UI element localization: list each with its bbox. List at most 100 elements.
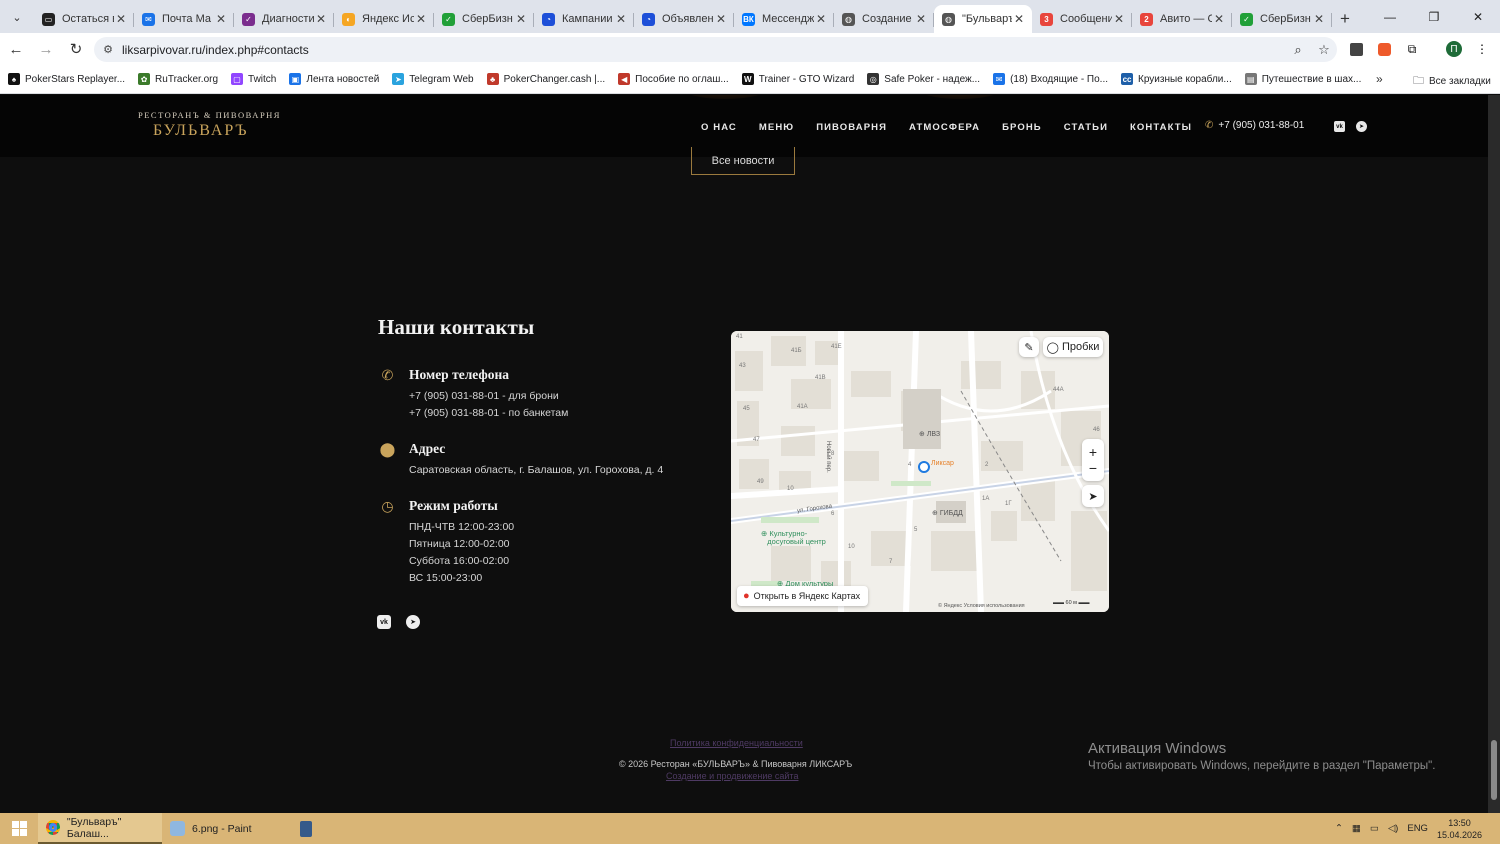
telegram-icon[interactable]: ➤ [1356, 121, 1367, 132]
map-copyright[interactable]: © Яндекс Условия использования [938, 603, 1025, 609]
telegram-icon[interactable]: ➤ [406, 615, 420, 629]
geolocation-button[interactable]: ➤ [1082, 485, 1104, 507]
tab-search-button[interactable]: ⌄ [4, 4, 30, 30]
start-button[interactable] [0, 813, 38, 844]
tab-close-icon[interactable]: ✕ [614, 12, 628, 26]
phone-line-booking[interactable]: +7 (905) 031-88-01 - для брони [409, 390, 559, 402]
extension-icon-2[interactable] [1371, 36, 1397, 62]
zoom-in-button[interactable]: + [1089, 444, 1097, 460]
forward-button[interactable]: → [32, 35, 60, 63]
tab-close-icon[interactable]: ✕ [514, 12, 528, 26]
phone-line-banquet[interactable]: +7 (905) 031-88-01 - по банкетам [409, 407, 568, 419]
browser-tab[interactable]: ✓ СберБизн ✕ [1232, 5, 1332, 33]
site-info-icon[interactable]: ⚙ [94, 43, 122, 56]
browser-tab[interactable]: ✉ Почта Ма ✕ [134, 5, 234, 33]
page-scrollbar[interactable] [1488, 95, 1500, 813]
taskbar-paint[interactable]: 6.png - Paint [162, 813, 286, 844]
reload-button[interactable]: ↻ [62, 35, 90, 63]
zoom-icon[interactable]: ⌕ [1285, 42, 1311, 58]
close-window-button[interactable]: ✕ [1456, 0, 1500, 33]
tab-close-icon[interactable]: ✕ [1212, 12, 1226, 26]
bookmark-item[interactable]: cc Круизные корабли... [1121, 73, 1232, 85]
menu-item[interactable]: КОНТАКТЫ [1130, 122, 1192, 133]
menu-item[interactable]: О НАС [701, 122, 737, 133]
tab-close-icon[interactable]: ✕ [114, 12, 128, 26]
back-button[interactable]: ← [2, 35, 30, 63]
tray-chevron-icon[interactable]: ⌃ [1335, 823, 1343, 834]
browser-tab[interactable]: ◍ Создание ✕ [834, 5, 934, 33]
vk-icon[interactable]: vk [377, 615, 391, 629]
network-icon[interactable]: ▦ [1352, 823, 1361, 834]
scrollbar-thumb[interactable] [1491, 740, 1497, 800]
menu-item[interactable]: СТАТЬИ [1064, 122, 1108, 133]
bookmark-item[interactable]: ▤ Путешествие в шах... [1244, 73, 1361, 85]
browser-tab[interactable]: ◔ Объявлен ✕ [634, 5, 734, 33]
tab-close-icon[interactable]: ✕ [214, 12, 228, 26]
browser-menu-icon[interactable]: ⋮ [1469, 36, 1495, 62]
bookmark-item[interactable]: ➤ Telegram Web [392, 73, 474, 85]
header-phone-link[interactable]: ✆ +7 (905) 031-88-01 [1205, 120, 1304, 131]
bookmark-item[interactable]: ◀ Пособие по оглаш... [618, 73, 729, 85]
new-tab-button[interactable]: + [1332, 5, 1358, 33]
profile-avatar[interactable]: П [1441, 36, 1467, 62]
tab-close-icon[interactable]: ✕ [714, 12, 728, 26]
minimize-button[interactable]: — [1368, 0, 1412, 33]
hours-heading: Режим работы [409, 498, 498, 513]
browser-tab[interactable]: ВК Мессендж ✕ [734, 5, 834, 33]
place-marker[interactable] [918, 461, 930, 473]
bookmark-item[interactable]: W Trainer - GTO Wizard [741, 73, 854, 85]
zoom-out-button[interactable]: − [1089, 460, 1097, 476]
bookmark-item[interactable]: ▣ Лента новостей [289, 73, 379, 85]
bookmark-item[interactable]: ♠ PokerStars Replayer... [8, 73, 125, 85]
menu-item[interactable]: БРОНЬ [1002, 122, 1042, 133]
tab-close-icon[interactable]: ✕ [314, 12, 328, 26]
logo-subtitle[interactable]: РЕСТОРАНЪ & ПИВОВАРНЯ [138, 110, 281, 120]
bookmarks-overflow-icon[interactable]: » [1376, 72, 1383, 86]
bookmark-item[interactable]: ✿ RuTracker.org [138, 73, 218, 85]
tab-close-icon[interactable]: ✕ [914, 12, 928, 26]
traffic-button[interactable]: ◯ Пробки [1043, 337, 1103, 357]
site-creator-link[interactable]: Создание и продвижение сайта [666, 771, 798, 781]
tab-close-icon[interactable]: ✕ [414, 12, 428, 26]
extensions-puzzle-icon[interactable]: ⧉ [1399, 36, 1425, 62]
menu-item[interactable]: МЕНЮ [759, 122, 794, 133]
all-bookmarks-button[interactable]: 🗀 Все закладки [1413, 72, 1491, 91]
ruler-button[interactable]: ✎ [1019, 337, 1039, 357]
tab-close-icon[interactable]: ✕ [1012, 12, 1026, 26]
bookmark-item[interactable]: ✉ (18) Входящие - По... [993, 73, 1108, 85]
vk-icon[interactable]: vk [1334, 121, 1345, 132]
language-indicator[interactable]: ENG [1407, 823, 1428, 834]
tab-close-icon[interactable]: ✕ [1312, 12, 1326, 26]
maximize-button[interactable]: ❐ [1412, 0, 1456, 33]
browser-tab[interactable]: ✓ Диагности ✕ [234, 5, 334, 33]
browser-tab[interactable]: ▭ Остаться в ✕ [34, 5, 134, 33]
all-news-button[interactable]: Все новости [691, 147, 795, 175]
yandex-map[interactable]: 41 41Б 41Е 41В 43 45 41А 47 49 10 8 4 2 … [731, 331, 1109, 612]
browser-tab[interactable]: 3 Сообщени ✕ [1032, 5, 1132, 33]
logo-title[interactable]: БУЛЬВАРЪ [153, 122, 249, 140]
browser-tab[interactable]: ◍ "Бульваръ ✕ [934, 5, 1032, 33]
volume-icon[interactable]: ◁) [1388, 823, 1398, 834]
menu-item[interactable]: АТМОСФЕРА [909, 122, 980, 133]
bookmark-item[interactable]: ◎ Safe Poker - надеж... [867, 73, 980, 85]
browser-tab[interactable]: 2 Авито — С ✕ [1132, 5, 1232, 33]
bookmark-item[interactable]: ▢ Twitch [231, 73, 276, 85]
bookmark-item[interactable]: ♣ PokerChanger.cash |... [486, 73, 605, 85]
browser-tab[interactable]: ◐ Яндекс Ис ✕ [334, 5, 434, 33]
browser-tab[interactable]: ✓ СберБизн ✕ [434, 5, 534, 33]
clock[interactable]: 13:50 15.04.2026 [1437, 817, 1482, 841]
browser-tab[interactable]: ◔ Кампании ✕ [534, 5, 634, 33]
address-bar[interactable]: ⚙ liksarpivovar.ru/index.php#contacts ⌕ … [94, 37, 1337, 62]
url-text[interactable]: liksarpivovar.ru/index.php#contacts [122, 43, 1285, 57]
privacy-policy-link[interactable]: Политика конфиденциальности [670, 738, 803, 748]
tab-close-icon[interactable]: ✕ [814, 12, 828, 26]
extension-icon-1[interactable] [1343, 36, 1369, 62]
menu-item[interactable]: ПИВОВАРНЯ [816, 122, 887, 133]
taskbar-calculator[interactable] [286, 813, 326, 844]
bookmark-star-icon[interactable]: ☆ [1311, 42, 1337, 58]
tab-close-icon[interactable]: ✕ [1112, 12, 1126, 26]
taskbar-chrome[interactable]: "Бульваръ" Балаш... [38, 813, 162, 844]
battery-icon[interactable]: ▭ [1370, 823, 1379, 834]
open-in-yandex-maps-button[interactable]: ● Открыть в Яндекс Картах [737, 586, 869, 606]
map-label-place[interactable]: Ликсар [931, 460, 954, 467]
